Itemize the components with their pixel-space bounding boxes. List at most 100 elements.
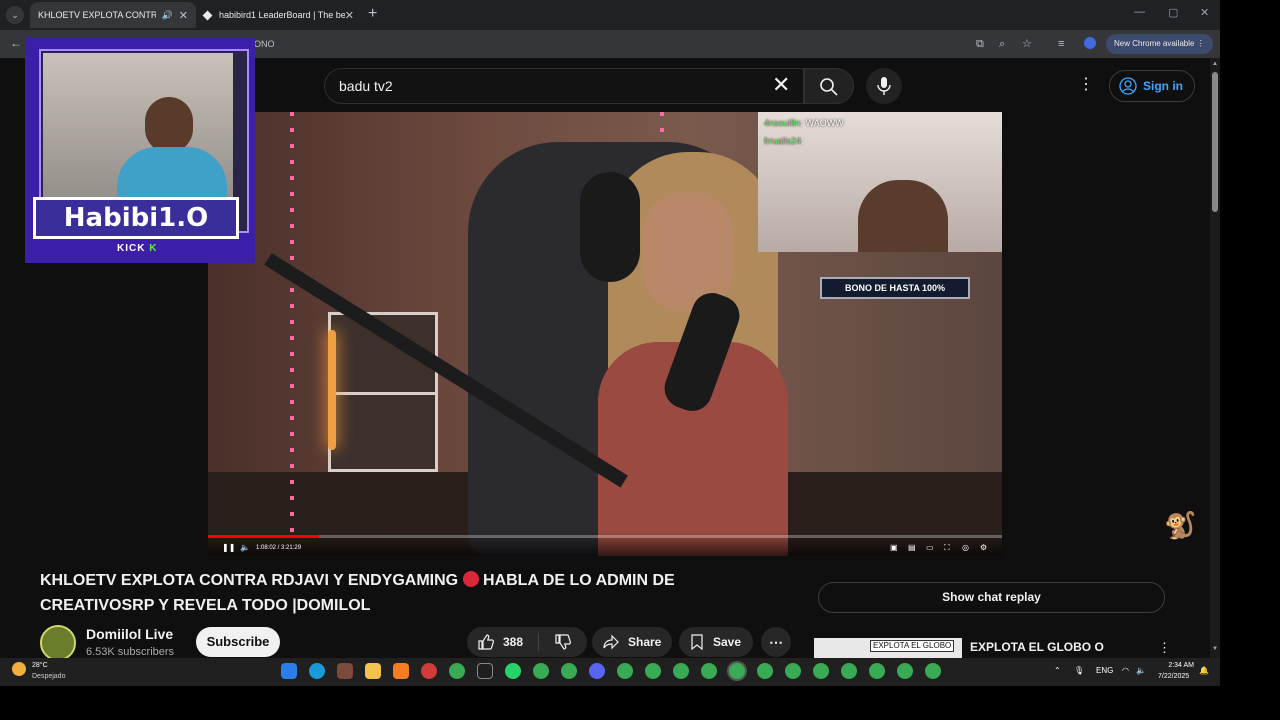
chrome-icon[interactable] — [925, 663, 941, 679]
url-text: ONO — [254, 39, 275, 49]
webcam-person — [858, 180, 948, 252]
weather-temperature[interactable]: 28°C — [32, 662, 48, 669]
scroll-down-icon[interactable]: ▼ — [1212, 646, 1218, 652]
chromecast-icon[interactable]: ◎ — [962, 543, 969, 553]
tab-habibird1-leaderboard[interactable]: habibird1 LeaderBoard | The best ✕ — [196, 2, 362, 28]
app-icon[interactable] — [421, 663, 437, 679]
chrome-icon[interactable] — [673, 663, 689, 679]
channel-avatar[interactable] — [40, 625, 76, 661]
pause-icon[interactable]: ❚❚ — [222, 543, 235, 553]
kick-logo: KICK K — [117, 243, 157, 254]
search-query: badu tv2 — [339, 78, 393, 94]
chrome-icon[interactable] — [757, 663, 773, 679]
recommended-video-title[interactable]: EXPLOTA EL GLOBO O — [970, 640, 1104, 654]
screen: ⌄ KHLOETV EXPLOTA CONTRA R 🔊 ✕ habibird1… — [0, 0, 1280, 720]
page-scrollbar[interactable]: ▲ ▼ — [1210, 58, 1220, 658]
chrome-icon[interactable] — [897, 663, 913, 679]
chrome-icon[interactable] — [813, 663, 829, 679]
tray-volume-icon[interactable]: 🔈 — [1136, 666, 1146, 675]
progress-fill — [208, 535, 320, 538]
like-button[interactable]: 388 — [467, 633, 539, 651]
chrome-icon[interactable] — [449, 663, 465, 679]
whatsapp-icon[interactable] — [505, 663, 521, 679]
discord-icon[interactable] — [589, 663, 605, 679]
close-tab-icon[interactable]: ✕ — [345, 9, 354, 22]
fullscreen-icon[interactable]: ⛶ — [944, 543, 950, 553]
kick-k-icon: K — [149, 243, 158, 254]
chrome-icon[interactable] — [785, 663, 801, 679]
thumbnail-text: EXPLOTA EL GLOBO — [870, 640, 955, 652]
wifi-icon[interactable]: ◠ — [1122, 666, 1129, 675]
channel-name[interactable]: Domiilol Live — [86, 626, 173, 642]
chat-message: : — [801, 136, 804, 146]
subtitles-icon[interactable]: ▤ — [908, 543, 916, 553]
show-hidden-icons-icon[interactable]: ⌃ — [1054, 666, 1061, 675]
show-chat-replay-button[interactable]: Show chat replay — [818, 582, 1165, 613]
install-app-icon[interactable]: ⧉ — [976, 38, 984, 50]
chrome-icon[interactable] — [841, 663, 857, 679]
more-actions-icon[interactable]: ⋯ — [761, 627, 791, 657]
file-explorer-icon[interactable] — [365, 663, 381, 679]
miniplayer-icon[interactable]: ▭ — [926, 543, 934, 553]
back-arrow-icon[interactable]: ← — [10, 36, 22, 50]
chrome-icon[interactable] — [561, 663, 577, 679]
streamer-webcam-overlay: Habibi1.O KICK K — [25, 37, 255, 263]
profile-avatar-icon[interactable] — [1084, 37, 1096, 49]
video-player[interactable]: 4nsoul8n: WAOWW frrualls24: BONO DE HAST… — [208, 112, 1002, 556]
settings-menu-icon[interactable]: ⋮ — [1078, 76, 1094, 94]
speaker-icon[interactable]: 🔊 — [162, 10, 173, 21]
volume-icon[interactable]: 🔈 — [240, 543, 250, 553]
settings-gear-icon[interactable]: ⚙ — [980, 543, 987, 553]
vlc-icon[interactable] — [393, 663, 409, 679]
clock-date[interactable]: 7/22/2025 — [1158, 673, 1189, 680]
share-button[interactable]: Share — [592, 627, 672, 657]
edge-browser-icon[interactable] — [309, 663, 325, 679]
new-chrome-available-button[interactable]: New Chrome available ⋮ — [1106, 34, 1213, 54]
dislike-button[interactable] — [539, 633, 587, 651]
new-tab-icon[interactable]: + — [368, 5, 377, 23]
weather-moon-icon[interactable] — [12, 662, 26, 676]
close-tab-icon[interactable]: ✕ — [179, 9, 188, 22]
video-progress-bar[interactable] — [208, 535, 1002, 538]
minimize-icon[interactable]: — — [1134, 6, 1145, 18]
tab-search-icon[interactable]: ⌄ — [6, 6, 24, 24]
weather-condition[interactable]: Despejado — [32, 673, 65, 680]
autoplay-toggle-icon[interactable]: ▣ — [890, 543, 898, 553]
recommended-video-thumbnail[interactable]: EXPLOTA EL GLOBO — [814, 638, 962, 658]
chrome-icon[interactable] — [533, 663, 549, 679]
media-control-icon[interactable]: ≡ — [1058, 38, 1064, 50]
scrollbar-thumb[interactable] — [1212, 72, 1218, 212]
start-windows-icon[interactable] — [281, 663, 297, 679]
voice-search-button[interactable] — [866, 68, 902, 104]
close-window-icon[interactable]: ✕ — [1200, 6, 1209, 19]
search-input[interactable]: badu tv2 — [324, 68, 804, 104]
bookmark-star-icon[interactable]: ☆ — [1022, 38, 1032, 50]
zoom-icon[interactable]: ⌕ — [999, 38, 1005, 50]
chrome-icon[interactable] — [869, 663, 885, 679]
chat-message: : WAOWW — [800, 118, 844, 128]
chrome-icon[interactable] — [617, 663, 633, 679]
notifications-bell-icon[interactable]: 🔔 — [1199, 666, 1209, 675]
language-indicator[interactable]: ENG — [1096, 666, 1113, 675]
clock-time[interactable]: 2:34 AM — [1164, 662, 1194, 669]
app-icon[interactable] — [337, 663, 353, 679]
scroll-up-icon[interactable]: ▲ — [1212, 61, 1218, 67]
chrome-icon-active[interactable] — [729, 663, 745, 679]
sign-in-button[interactable]: Sign in — [1109, 70, 1195, 102]
terminal-icon[interactable] — [477, 663, 493, 679]
tab-khloetv[interactable]: KHLOETV EXPLOTA CONTRA R 🔊 ✕ — [30, 2, 196, 28]
save-button[interactable]: Save — [679, 627, 753, 657]
chrome-icon[interactable] — [645, 663, 661, 679]
save-label: Save — [713, 635, 742, 649]
clear-search-icon[interactable]: ✕ — [772, 74, 790, 96]
chrome-icon[interactable] — [701, 663, 717, 679]
bonus-banner: BONO DE HASTA 100% — [820, 277, 970, 299]
bookmark-icon — [691, 634, 703, 651]
address-bar[interactable]: ONO — [250, 34, 970, 54]
recommended-more-icon[interactable]: ⋮ — [1158, 640, 1171, 656]
subscribe-button[interactable]: Subscribe — [196, 627, 280, 657]
tray-microphone-icon[interactable]: 🎙 — [1074, 666, 1084, 675]
search-button[interactable] — [804, 68, 854, 104]
chat-username: frrualls24 — [764, 136, 802, 146]
maximize-icon[interactable]: ▢ — [1168, 6, 1178, 19]
